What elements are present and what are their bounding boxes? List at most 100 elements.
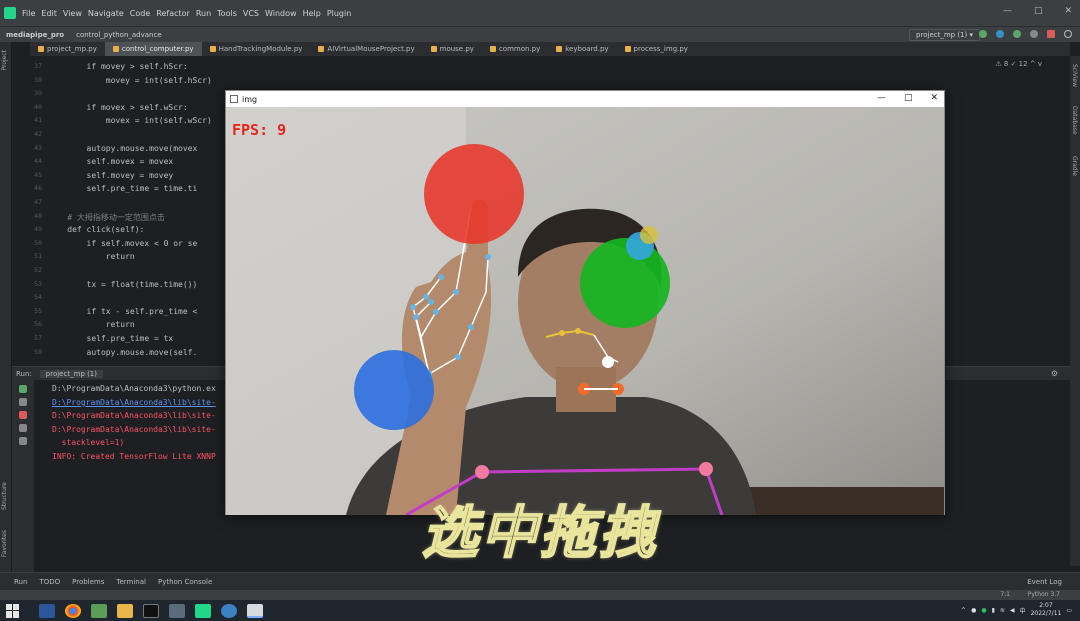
chrome-icon[interactable] (65, 603, 81, 618)
stop-icon[interactable] (1047, 30, 1055, 38)
red-circle-marker (424, 144, 524, 244)
maximize-icon[interactable]: □ (904, 93, 913, 103)
gear-icon[interactable]: ⚙ (1051, 369, 1058, 378)
tab-common[interactable]: common.py (482, 42, 548, 56)
app-icon-word[interactable] (39, 603, 55, 618)
cursor-position[interactable]: 7:1 (1000, 591, 1010, 598)
webcam-frame: FPS: 9 (226, 107, 944, 515)
fps-counter: FPS: 9 (232, 121, 287, 139)
menu-plugin[interactable]: Plugin (327, 9, 352, 18)
project-tool-button[interactable]: Project (1, 50, 11, 71)
code-line: return (48, 252, 135, 262)
img-window-titlebar[interactable]: img — □ ✕ (226, 91, 944, 107)
notepad-icon[interactable] (91, 603, 107, 618)
tab-mouse[interactable]: mouse.py (423, 42, 482, 56)
debug-icon[interactable] (996, 30, 1004, 38)
terminal-tool-button[interactable]: Terminal (116, 578, 146, 586)
line-number: 43 (34, 143, 42, 152)
code-line: return (48, 320, 135, 330)
line-number: 46 (34, 184, 42, 193)
search-icon[interactable] (1064, 30, 1072, 38)
pycharm-taskbar-icon[interactable] (195, 603, 211, 618)
chevron-up-icon[interactable]: ^ (961, 607, 966, 614)
code-line: self.pre_time = time.ti (48, 184, 198, 194)
tab-control-computer[interactable]: control_computer.py (104, 42, 202, 56)
run-icon[interactable] (979, 30, 987, 38)
tool-window-bar: Run TODO Problems Terminal Python Consol… (0, 572, 1080, 590)
close-icon[interactable]: ✕ (930, 93, 938, 103)
img-window-taskbar-icon[interactable] (247, 603, 263, 618)
console-line[interactable]: D:\ProgramData\Anaconda3\lib\site- (52, 398, 216, 407)
wechat-icon[interactable]: ● (981, 607, 986, 614)
network-icon[interactable] (221, 603, 237, 618)
menu-help[interactable]: Help (303, 9, 321, 18)
sciview-tool-button[interactable]: SciView (1071, 64, 1078, 87)
profile-icon[interactable] (1030, 30, 1038, 38)
breadcrumb-project[interactable]: mediapipe_pro (6, 31, 64, 39)
img-window[interactable]: img — □ ✕ FPS: 9 (225, 90, 945, 515)
code-line: movey = int(self.hScr) (48, 75, 212, 85)
img-window-title: img (242, 94, 258, 104)
run-tool-button[interactable]: Run (14, 578, 27, 586)
menu-view[interactable]: View (63, 9, 82, 18)
tab-process-img[interactable]: process_img.py (617, 42, 696, 56)
menu-vcs[interactable]: VCS (243, 9, 259, 18)
minimize-icon[interactable]: — (1003, 6, 1012, 16)
pin-icon[interactable] (19, 437, 27, 445)
layout-icon[interactable] (19, 424, 27, 432)
line-number: 54 (34, 293, 42, 302)
tab-project-mp[interactable]: project_mp.py (30, 42, 105, 56)
rerun-icon[interactable] (19, 385, 27, 393)
volume-icon[interactable]: ◀ (1010, 607, 1015, 614)
menu-refactor[interactable]: Refactor (156, 9, 190, 18)
inspection-widget[interactable]: ⚠ 8 ✓ 12 ^ v (995, 60, 1042, 68)
menu-window[interactable]: Window (265, 9, 297, 18)
python-file-icon (318, 46, 325, 52)
run-config-select[interactable]: project_mp (1) ▾ (909, 29, 980, 41)
system-tray: ^ ● ● ▮ ≋ ◀ 中 2:07 2022/7/11 ▭ (961, 602, 1072, 618)
menu-tools[interactable]: Tools (217, 9, 237, 18)
tab-hand-tracking-module[interactable]: HandTrackingModule.py (202, 42, 311, 56)
windows-start-icon[interactable] (6, 603, 20, 618)
gradle-tool-button[interactable]: Gradle (1071, 156, 1078, 176)
clock[interactable]: 2:07 2022/7/11 (1031, 602, 1062, 618)
window-icon[interactable] (169, 603, 185, 618)
stop-icon[interactable] (19, 411, 27, 419)
event-log-button[interactable]: Event Log (1027, 578, 1062, 586)
python-console-tool-button[interactable]: Python Console (158, 578, 212, 586)
clock-time: 2:07 (1039, 602, 1053, 609)
notification-icon[interactable]: ▭ (1066, 607, 1072, 614)
minimize-icon[interactable]: — (877, 93, 886, 103)
line-number: 42 (34, 130, 42, 138)
menu-run[interactable]: Run (196, 9, 211, 18)
line-number: 45 (34, 170, 42, 179)
problems-tool-button[interactable]: Problems (72, 578, 104, 586)
folder-icon[interactable] (117, 603, 133, 618)
code-line: autopy.mouse.move(self. (48, 347, 198, 357)
tab-ai-virtual-mouse[interactable]: AIVirtualMouseProject.py (310, 42, 422, 56)
wrench-icon[interactable] (19, 398, 27, 406)
wifi-icon[interactable]: ≋ (1000, 607, 1005, 614)
menu-code[interactable]: Code (130, 9, 150, 18)
code-line: def click(self): (48, 225, 145, 235)
maximize-icon[interactable]: □ (1034, 6, 1043, 16)
ime-indicator[interactable]: 中 (1020, 606, 1026, 615)
line-number: 52 (34, 266, 42, 274)
breadcrumb-folder[interactable]: control_python_advance (76, 31, 162, 39)
line-number: 53 (34, 279, 42, 288)
terminal-icon[interactable] (143, 603, 159, 618)
battery-icon[interactable]: ▮ (992, 607, 995, 614)
console-line: stacklevel=1) (52, 438, 125, 447)
menu-navigate[interactable]: Navigate (88, 9, 124, 18)
database-tool-button[interactable]: Database (1071, 106, 1078, 135)
close-icon[interactable]: ✕ (1064, 6, 1072, 16)
run-config-tab[interactable]: project_mp (1) (39, 369, 103, 378)
tab-label: keyboard.py (565, 45, 609, 53)
menu-file[interactable]: File (22, 9, 35, 18)
coverage-icon[interactable] (1013, 30, 1021, 38)
interpreter-label[interactable]: Python 3.7 (1028, 591, 1060, 598)
mic-icon[interactable]: ● (971, 607, 976, 614)
tab-keyboard[interactable]: keyboard.py (548, 42, 616, 56)
menu-edit[interactable]: Edit (41, 9, 57, 18)
todo-tool-button[interactable]: TODO (39, 578, 60, 586)
